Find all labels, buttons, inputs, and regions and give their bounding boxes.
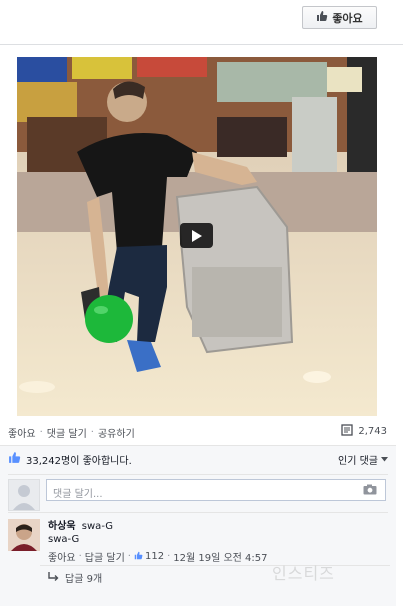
sort-label: 인기 댓글 [338, 455, 378, 467]
commenter-avatar[interactable] [8, 519, 40, 551]
shares-count-label: 2,743 [358, 426, 387, 437]
comment-like-count-label: 112 [144, 551, 165, 562]
comment-sort-dropdown[interactable]: 인기 댓글 [338, 450, 388, 468]
play-icon [191, 229, 203, 243]
view-replies[interactable]: 답글 9개 [40, 565, 390, 589]
comment-author-note: swa-G [81, 521, 114, 532]
camera-icon[interactable] [363, 484, 377, 498]
comment-composer: 댓글 달기... [8, 474, 388, 511]
like-page-button[interactable]: 좋아요 [302, 6, 377, 29]
feedback-area: 33,242명이 좋아합니다. 인기 댓글 댓글 달기... 하상욱 swa-G [0, 445, 396, 606]
comment-author[interactable]: 하상욱 [48, 521, 76, 532]
likes-summary: 33,242명이 좋아합니다. 인기 댓글 [8, 450, 388, 468]
top-bar: 좋아요 [0, 0, 403, 45]
comment-like-link[interactable]: 좋아요 [48, 549, 76, 564]
video-player[interactable] [17, 57, 377, 416]
viewer-avatar [8, 479, 40, 511]
thumbs-up-icon [8, 451, 21, 467]
separator: · [78, 551, 82, 562]
play-button[interactable] [180, 223, 213, 248]
share-icon [341, 424, 354, 439]
separator: · [167, 551, 171, 562]
thumbs-up-icon [134, 551, 143, 563]
separator: · [90, 426, 94, 438]
reply-arrow-icon [48, 571, 59, 584]
comment-input-placeholder: 댓글 달기... [53, 489, 103, 500]
watermark: 인스티즈 [272, 564, 335, 583]
comment-body: 하상욱 swa-G swa-G 좋아요 · 답글 달기 · 112 · 12월 … [48, 517, 388, 564]
like-link[interactable]: 좋아요 [8, 425, 36, 440]
comment-reply-link[interactable]: 답글 달기 [85, 549, 125, 564]
likes-count[interactable]: 33,242명이 좋아합니다. [26, 452, 132, 467]
like-page-label: 좋아요 [332, 11, 363, 25]
separator: · [39, 426, 43, 438]
thumbs-up-icon [316, 10, 328, 25]
shares-count[interactable]: 2,743 [341, 424, 387, 439]
comment-text: swa-G [48, 534, 80, 545]
comment-meta: 좋아요 · 답글 달기 · 112 · 12월 19일 오전 4:57 [48, 549, 388, 564]
separator: · [127, 551, 131, 562]
replies-label: 답글 9개 [65, 574, 103, 585]
comment-input[interactable]: 댓글 달기... [46, 479, 386, 501]
comment-timestamp[interactable]: 12월 19일 오전 4:57 [173, 549, 267, 564]
comment-link[interactable]: 댓글 달기 [47, 425, 87, 440]
chevron-down-icon [381, 454, 388, 465]
share-link[interactable]: 공유하기 [98, 425, 135, 440]
comment-like-count[interactable]: 112 [134, 551, 164, 563]
post-actions: 좋아요 · 댓글 달기 · 공유하기 2,743 [0, 420, 395, 444]
